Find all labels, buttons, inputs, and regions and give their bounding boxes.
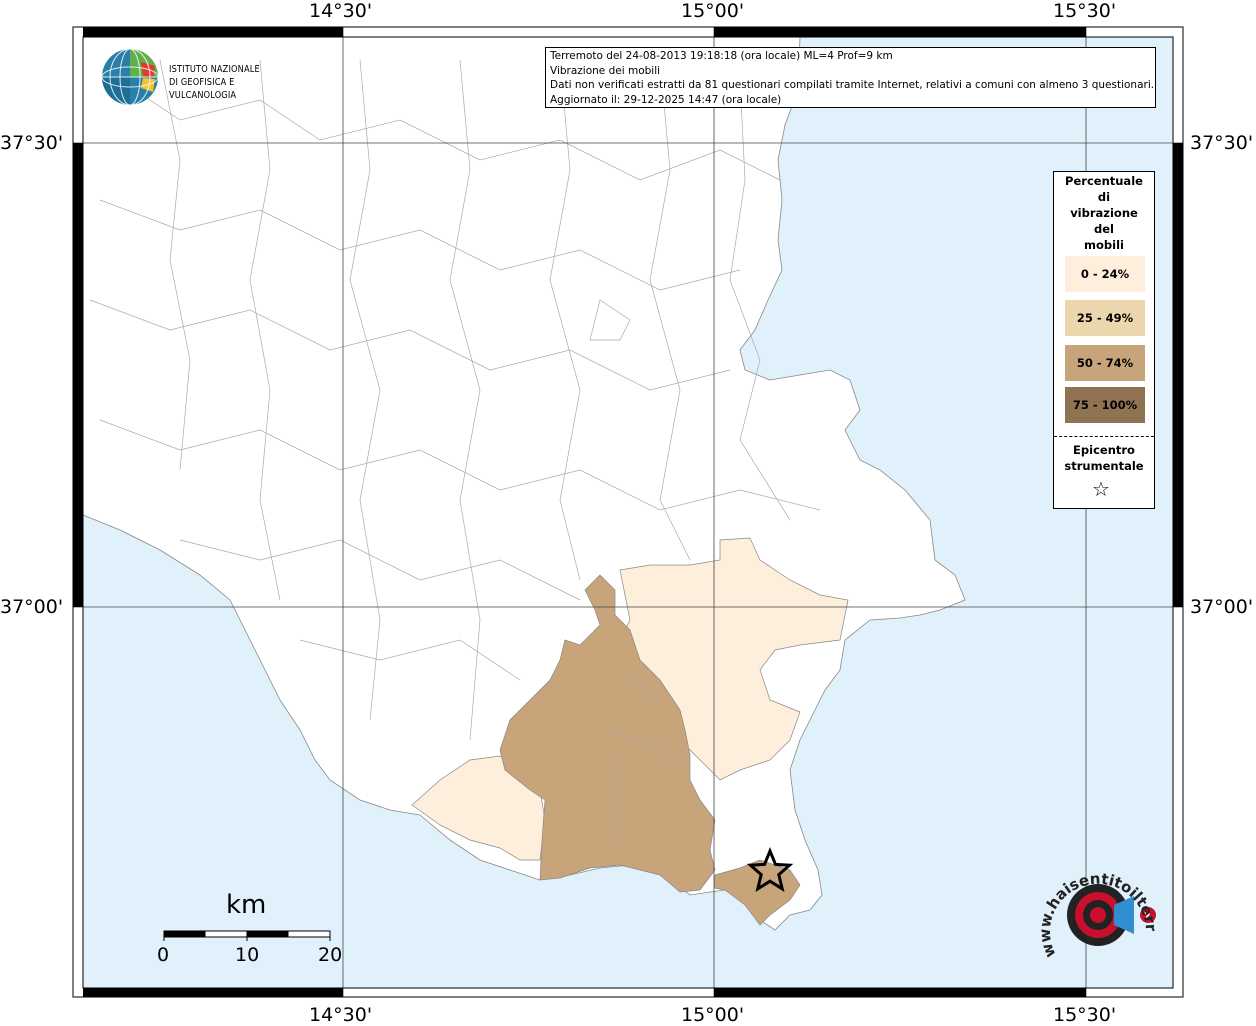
- legend: Percentuale di vibrazione del mobili 0 -…: [1053, 171, 1155, 509]
- event-info-line2: Vibrazione dei mobili: [550, 64, 661, 77]
- legend-title-line: Percentuale: [1065, 174, 1143, 188]
- legend-star-icon: ☆: [1092, 477, 1110, 501]
- scale-unit: km: [226, 890, 267, 920]
- lon-label-bottom-2: 15°00': [681, 1004, 745, 1026]
- event-info-box: Terremoto del 24-08-2013 19:18:18 (ora l…: [545, 47, 1156, 108]
- lon-label-bottom-1: 14°30': [309, 1004, 373, 1026]
- scale-tick-0: 0: [157, 944, 170, 966]
- legend-title-line: mobili: [1084, 238, 1124, 252]
- ingv-name-line2: DI GEOFISICA E VULCANOLOGIA: [169, 77, 237, 101]
- legend-title-line: di: [1097, 190, 1111, 204]
- legend-separator: [1054, 436, 1154, 437]
- scale-tick-20: 20: [318, 944, 343, 966]
- ingv-globe-icon: [101, 48, 159, 106]
- ingv-name: ISTITUTO NAZIONALE DI GEOFISICA E VULCAN…: [169, 63, 294, 102]
- scale-tick-10: 10: [235, 944, 260, 966]
- legend-title-line: del: [1094, 222, 1114, 236]
- lon-label-top-2: 15°00': [681, 0, 745, 22]
- event-info-line1: Terremoto del 24-08-2013 19:18:18 (ora l…: [550, 50, 893, 62]
- legend-title-line: vibrazione: [1070, 206, 1138, 220]
- ingv-logo: ISTITUTO NAZIONALE DI GEOFISICA E VULCAN…: [101, 48, 321, 110]
- lon-label-top-1: 14°30': [309, 0, 373, 22]
- legend-swatch-25-49: 25 - 49%: [1065, 300, 1145, 336]
- event-info-line3: Dati non verificati estratti da 81 quest…: [550, 79, 1155, 91]
- hst-logo: ? www.haisentitoilterremoto.it: [1036, 860, 1160, 960]
- legend-swatch-75-100: 75 - 100%: [1065, 387, 1145, 423]
- legend-epicenter-label: Epicentro strumentale: [1054, 442, 1154, 474]
- legend-swatch-50-74: 50 - 74%: [1065, 345, 1145, 381]
- lat-label-left-1: 37°30': [0, 132, 64, 154]
- legend-title: Percentuale di vibrazione del mobili: [1054, 173, 1154, 253]
- legend-epicenter-line: strumentale: [1064, 459, 1144, 473]
- event-info-line4: Aggiornato il: 29-12-2025 14:47 (ora loc…: [550, 93, 782, 106]
- lat-label-right-2: 37°00': [1190, 596, 1254, 618]
- lon-label-top-3: 15°30': [1053, 0, 1117, 22]
- legend-epicenter-line: Epicentro: [1073, 443, 1135, 457]
- legend-swatch-0-24: 0 - 24%: [1065, 256, 1145, 292]
- lon-label-bottom-3: 15°30': [1053, 1004, 1117, 1026]
- lat-label-right-1: 37°30': [1190, 132, 1254, 154]
- lat-label-left-2: 37°00': [0, 596, 64, 618]
- ingv-name-line1: ISTITUTO NAZIONALE: [169, 64, 260, 75]
